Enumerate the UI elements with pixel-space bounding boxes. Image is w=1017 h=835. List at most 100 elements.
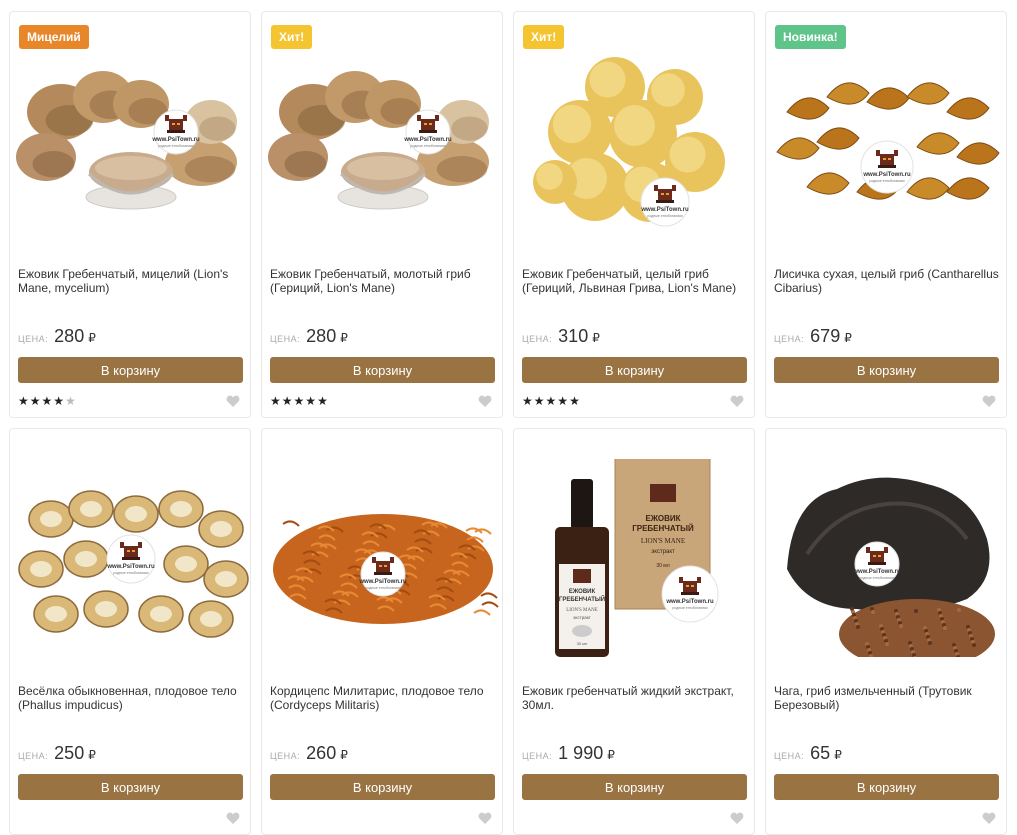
star-icon: ★: [522, 394, 533, 408]
product-photo: www.PsiTown.ru родные этноботаники: [268, 71, 489, 210]
svg-text:экстракт: экстракт: [573, 615, 591, 620]
heart-icon[interactable]: [478, 395, 492, 407]
product-image[interactable]: www.PsiTown.ru родные этноботаники: [263, 42, 503, 240]
product-photo: www.PsiTown.ru родные этноботаники: [273, 514, 499, 624]
product-card[interactable]: Мицелий www.PsiTown.ru родные этноботани…: [9, 11, 251, 418]
product-image[interactable]: www.PsiTown.ru родные этноботаники: [11, 459, 251, 657]
product-name[interactable]: Чага, гриб измельченный (Трутовик Березо…: [774, 684, 1000, 712]
svg-text:родные этноботаники: родные этноботаники: [365, 586, 400, 590]
price-row: ЦЕНА: 65 ₽: [774, 743, 842, 764]
heart-icon[interactable]: [226, 812, 240, 824]
product-card[interactable]: www.PsiTown.ru родные этноботаники Чага,…: [765, 428, 1007, 835]
product-image[interactable]: www.PsiTown.ru родные этноботаники: [767, 42, 1007, 240]
svg-text:ГРЕБЕНЧАТЫЙ: ГРЕБЕНЧАТЫЙ: [632, 524, 694, 533]
svg-text:родные этноботаники: родные этноботаники: [672, 606, 707, 610]
price-row: ЦЕНА: 310 ₽: [522, 326, 600, 347]
psitown-logo: www.PsiTown.ru родные этноботаники: [106, 534, 156, 584]
add-to-cart-button[interactable]: В корзину: [270, 774, 495, 800]
svg-text:30 мл: 30 мл: [577, 641, 588, 646]
svg-text:ГРЕБЕНЧАТЫЙ: ГРЕБЕНЧАТЫЙ: [559, 595, 605, 603]
svg-text:родные этноботаники: родные этноботаники: [869, 179, 904, 183]
product-card[interactable]: ЕЖОВИК ГРЕБЕНЧАТЫЙ LION'S MANE экстракт 30 м…: [513, 428, 755, 835]
product-badge: Новинка!: [775, 25, 846, 49]
product-price: 65: [810, 743, 831, 763]
add-to-cart-button[interactable]: В корзину: [774, 774, 999, 800]
product-card[interactable]: www.PsiTown.ru родные этноботаники Корди…: [261, 428, 503, 835]
add-to-cart-button[interactable]: В корзину: [18, 357, 243, 383]
currency-sign: ₽: [834, 748, 842, 762]
product-name[interactable]: Ежовик Гребенчатый, целый гриб (Гериций,…: [522, 267, 748, 295]
product-card[interactable]: Хит! www.PsiTown.ru родные этноботаники …: [513, 11, 755, 418]
psitown-logo: www.PsiTown.ru родные этноботаники: [661, 565, 719, 623]
star-icon: ★: [569, 394, 580, 408]
product-image[interactable]: www.PsiTown.ru родные этноботаники: [263, 459, 503, 657]
add-to-cart-button[interactable]: В корзину: [522, 774, 747, 800]
product-image[interactable]: www.PsiTown.ru родные этноботаники: [11, 42, 251, 240]
svg-text:www.PsiTown.ru: www.PsiTown.ru: [106, 564, 155, 570]
star-icon: ★: [270, 394, 281, 408]
product-name[interactable]: Ежовик Гребенчатый, мицелий (Lion's Mane…: [18, 267, 244, 295]
svg-text:www.PsiTown.ru: www.PsiTown.ru: [862, 172, 911, 178]
price-row: ЦЕНА: 250 ₽: [18, 743, 96, 764]
price-row: ЦЕНА: 679 ₽: [774, 326, 852, 347]
rating-stars: ★ ★ ★ ★ ★: [270, 395, 328, 407]
svg-text:родные этноботаники: родные этноботаники: [647, 214, 682, 218]
product-price: 280: [54, 326, 85, 346]
product-card[interactable]: Новинка! www.PsiTown.ru родные этноботан…: [765, 11, 1007, 418]
star-icon: ★: [65, 394, 76, 408]
svg-text:родные этноботаники: родные этноботаники: [158, 144, 193, 148]
currency-sign: ₽: [844, 331, 852, 345]
star-icon: ★: [41, 394, 53, 408]
product-image[interactable]: www.PsiTown.ru родные этноботаники: [515, 42, 755, 240]
product-price: 1 990: [558, 743, 604, 763]
product-image[interactable]: www.PsiTown.ru родные этноботаники: [767, 459, 1007, 657]
star-icon: ★: [305, 394, 317, 408]
star-icon: ★: [317, 394, 328, 408]
star-icon: ★: [557, 394, 569, 408]
svg-text:www.PsiTown.ru: www.PsiTown.ru: [358, 579, 407, 585]
product-photo: www.PsiTown.ru родные этноботаники: [533, 57, 725, 227]
heart-icon[interactable]: [478, 812, 492, 824]
star-icon: ★: [281, 394, 293, 408]
heart-icon[interactable]: [982, 812, 996, 824]
svg-text:www.PsiTown.ru: www.PsiTown.ru: [151, 137, 200, 143]
svg-text:LION'S MANE: LION'S MANE: [641, 537, 685, 545]
star-icon: ★: [53, 394, 65, 408]
price-label: ЦЕНА:: [522, 751, 553, 761]
price-label: ЦЕНА:: [18, 751, 49, 761]
product-price: 679: [810, 326, 841, 346]
add-to-cart-button[interactable]: В корзину: [774, 357, 999, 383]
price-row: ЦЕНА: 1 990 ₽: [522, 743, 615, 764]
svg-text:www.PsiTown.ru: www.PsiTown.ru: [640, 207, 689, 213]
product-name[interactable]: Кордицепс Милитарис, плодовое тело (Cord…: [270, 684, 496, 712]
heart-icon[interactable]: [730, 395, 744, 407]
add-to-cart-button[interactable]: В корзину: [522, 357, 747, 383]
price-label: ЦЕНА:: [774, 751, 805, 761]
heart-icon[interactable]: [730, 812, 744, 824]
heart-icon[interactable]: [982, 395, 996, 407]
product-name[interactable]: Ежовик Гребенчатый, молотый гриб (Герици…: [270, 267, 496, 295]
product-name[interactable]: Ежовик гребенчатый жидкий экстракт, 30мл…: [522, 684, 748, 712]
currency-sign: ₽: [592, 331, 600, 345]
product-card[interactable]: Хит! www.PsiTown.ru родные этноботаники …: [261, 11, 503, 418]
svg-text:ЕЖОВИК: ЕЖОВИК: [645, 514, 680, 523]
add-to-cart-button[interactable]: В корзину: [18, 774, 243, 800]
currency-sign: ₽: [88, 331, 96, 345]
product-price: 250: [54, 743, 85, 763]
currency-sign: ₽: [340, 748, 348, 762]
svg-text:30 мл: 30 мл: [656, 563, 669, 569]
product-image[interactable]: ЕЖОВИК ГРЕБЕНЧАТЫЙ LION'S MANE экстракт 30 м…: [515, 459, 755, 657]
product-name[interactable]: Лисичка сухая, целый гриб (Cantharellus …: [774, 267, 1000, 295]
price-label: ЦЕНА:: [270, 751, 301, 761]
product-name[interactable]: Весёлка обыкновенная, плодовое тело (Pha…: [18, 684, 244, 712]
product-grid: Мицелий www.PsiTown.ru родные этноботани…: [9, 11, 1007, 835]
product-photo: www.PsiTown.ru родные этноботаники: [787, 477, 995, 657]
product-price: 260: [306, 743, 337, 763]
star-icon: ★: [545, 394, 557, 408]
product-card[interactable]: www.PsiTown.ru родные этноботаники Весёл…: [9, 428, 251, 835]
add-to-cart-button[interactable]: В корзину: [270, 357, 495, 383]
heart-icon[interactable]: [226, 395, 240, 407]
svg-text:родные этноботаники: родные этноботаники: [410, 144, 445, 148]
price-label: ЦЕНА:: [522, 334, 553, 344]
product-price: 310: [558, 326, 589, 346]
